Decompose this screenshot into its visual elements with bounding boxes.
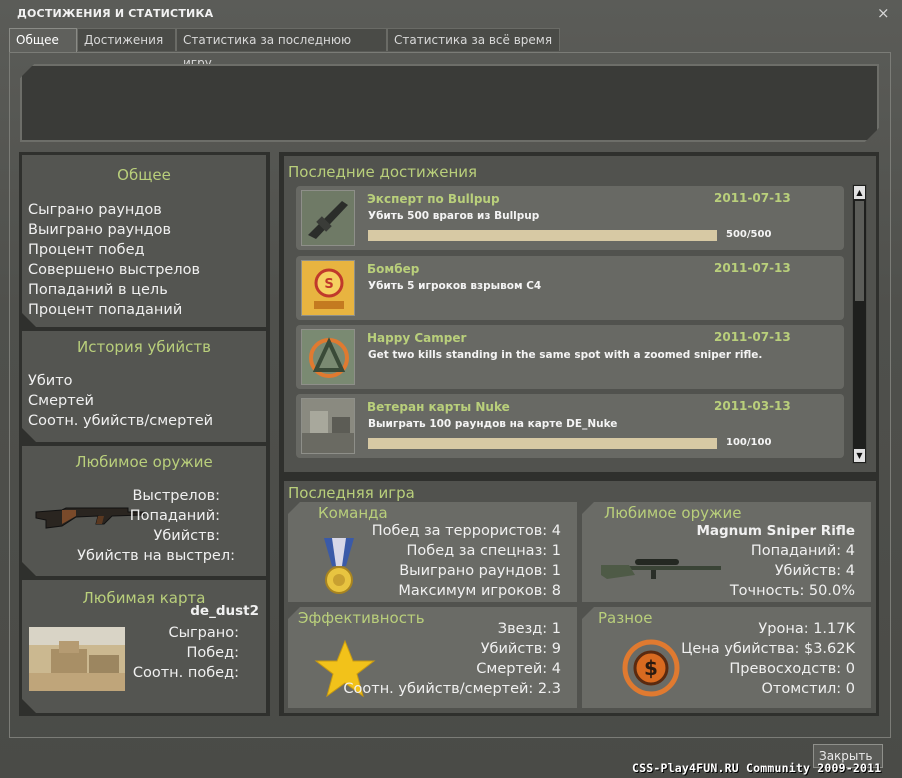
stat-label: Совершено выстрелов <box>28 262 201 278</box>
achievement-progress-bar <box>368 230 717 241</box>
cell-title: Любимое оружие <box>604 504 742 522</box>
stat-label: Соотн. побед: <box>132 665 239 681</box>
cell-title: Разное <box>598 609 653 627</box>
misc-cell: Разное $ Урона: 1.17K Цена убийства: $3.… <box>582 607 871 708</box>
stat-line: Максимум игроков: 8 <box>398 583 561 599</box>
general-section: Общее Сыграно раундов Выиграно раундов П… <box>22 155 266 327</box>
achievement-progress-bar <box>368 438 717 449</box>
stat-line: Урона: 1.17K <box>758 621 855 637</box>
tab-last-game[interactable]: Статистика за последнюю игру <box>176 28 387 70</box>
stat-line: Убийств: 9 <box>480 641 561 657</box>
achievement-progress-text: 100/100 <box>726 437 772 448</box>
summary-box <box>20 64 879 142</box>
stat-label: Убийств: <box>153 528 220 544</box>
achievement-progress-text: 500/500 <box>726 229 772 240</box>
stat-line: Выиграно раундов: 1 <box>399 563 561 579</box>
last-game-title: Последняя игра <box>288 484 415 502</box>
achievement-date: 2011-03-13 <box>714 399 791 413</box>
achievement-desc: Выиграть 100 раундов на карте DE_Nuke <box>368 418 618 430</box>
stat-label: Убито <box>28 373 73 389</box>
left-column: Общее Сыграно раундов Выиграно раундов П… <box>19 152 270 716</box>
map-name: de_dust2 <box>190 603 259 619</box>
stat-label: Попаданий в цель <box>28 282 168 298</box>
achievement-desc: Get two kills standing in the same spot … <box>368 349 763 361</box>
tab-all-time[interactable]: Статистика за всё время <box>387 28 560 51</box>
achievement-name: Бомбер <box>367 262 420 276</box>
achievement-name: Эксперт по Bullpup <box>367 192 500 206</box>
achievement-name: Ветеран карты Nuke <box>367 400 510 414</box>
stat-label: Соотн. убийств/смертей <box>28 413 214 429</box>
stat-line: Побед за спецназ: 1 <box>406 543 561 559</box>
achievement-desc: Убить 5 игроков взрывом C4 <box>368 280 542 292</box>
achievement-date: 2011-07-13 <box>714 191 791 205</box>
achievement-desc: Убить 500 врагов из Bullpup <box>368 210 540 222</box>
section-title: Общее <box>117 166 171 184</box>
stat-line: Превосходств: 0 <box>729 661 855 677</box>
section-title: История убийств <box>77 338 211 356</box>
svg-text:S: S <box>324 277 333 292</box>
map-nuke-icon <box>301 398 355 454</box>
tab-achievements[interactable]: Достижения <box>77 28 176 51</box>
stat-line: Цена убийства: $3.62K <box>681 641 855 657</box>
stat-label: Выиграно раундов <box>28 222 172 238</box>
last-weapon-cell: Любимое оружие Magnum Sniper Rifle Попад… <box>582 502 871 602</box>
achievement-name: Happy Camper <box>367 331 467 345</box>
scroll-down-icon[interactable]: ▼ <box>854 449 865 462</box>
stat-line: Точность: 50.0% <box>729 583 855 599</box>
section-title: Любимое оружие <box>75 453 213 471</box>
rifle-icon <box>301 190 355 246</box>
achievement-item: Эксперт по Bullpup Убить 500 врагов из B… <box>296 186 844 250</box>
achievements-window: ДОСТИЖЕНИЯ И СТАТИСТИКА × Общее Достижен… <box>0 0 902 778</box>
efficiency-cell: Эффективность Звезд: 1 Убийств: 9 Смерте… <box>288 607 577 708</box>
stat-label: Сыграно раундов <box>28 202 162 218</box>
team-cell: Команда Побед за террористов: 4 Побед за… <box>288 502 577 602</box>
stat-label: Процент побед <box>28 242 145 258</box>
achievement-date: 2011-07-13 <box>714 330 791 344</box>
stat-label: Побед: <box>186 645 239 661</box>
stat-line: Убийств: 4 <box>774 563 855 579</box>
kills-section: История убийств Убито Смертей Соотн. уби… <box>22 331 266 442</box>
stat-line: Звезд: 1 <box>497 621 561 637</box>
window-title: ДОСТИЖЕНИЯ И СТАТИСТИКА <box>17 7 214 20</box>
footer-watermark: CSS-Play4FUN.RU Community 2009-2011 <box>632 761 882 775</box>
stat-label: Смертей <box>28 393 94 409</box>
achievement-item: S Бомбер Убить 5 игроков взрывом C4 2011… <box>296 256 844 320</box>
stat-label: Попаданий: <box>129 508 220 524</box>
achievement-item: Happy Camper Get two kills standing in t… <box>296 325 844 389</box>
weapon-name: Magnum Sniper Rifle <box>696 523 855 539</box>
scroll-up-icon[interactable]: ▲ <box>854 186 865 199</box>
stat-line: Попаданий: 4 <box>750 543 855 559</box>
achievement-date: 2011-07-13 <box>714 261 791 275</box>
stat-label: Выстрелов: <box>132 488 220 504</box>
stat-label: Сыграно: <box>168 625 239 641</box>
stat-line: Побед за террористов: 4 <box>371 523 561 539</box>
favorite-map-section: Любимая карта de_dust2 Сыграно: Побед: С… <box>22 580 266 713</box>
bomb-icon: S <box>301 260 355 316</box>
map-thumbnail-icon <box>29 627 125 691</box>
achievement-item: Ветеран карты Nuke Выиграть 100 раундов … <box>296 394 844 458</box>
favorite-weapon-section: Любимое оружие Выстрелов: Попаданий: Уби… <box>22 446 266 576</box>
camper-icon <box>301 329 355 385</box>
stat-line: Смертей: 4 <box>476 661 561 677</box>
scroll-thumb[interactable] <box>855 201 864 301</box>
stat-label: Процент попаданий <box>28 302 183 318</box>
stat-line: Отомстил: 0 <box>761 681 856 697</box>
recent-achievements-title: Последние достижения <box>288 163 478 181</box>
achievement-list: Эксперт по Bullpup Убить 500 врагов из B… <box>296 186 844 466</box>
stat-label: Убийств на выстрел: <box>77 548 235 564</box>
medal-icon <box>324 538 354 594</box>
close-icon[interactable]: × <box>877 4 890 22</box>
money-target-icon: $ <box>622 639 680 697</box>
cell-title: Команда <box>318 504 388 522</box>
svg-text:$: $ <box>644 656 658 680</box>
sniper-rifle-icon <box>601 559 721 579</box>
stat-line: Соотн. убийств/смертей: 2.3 <box>343 681 561 697</box>
achievement-scrollbar[interactable]: ▲ ▼ <box>852 184 867 464</box>
tab-general[interactable]: Общее <box>9 28 77 53</box>
cell-title: Эффективность <box>298 609 425 627</box>
